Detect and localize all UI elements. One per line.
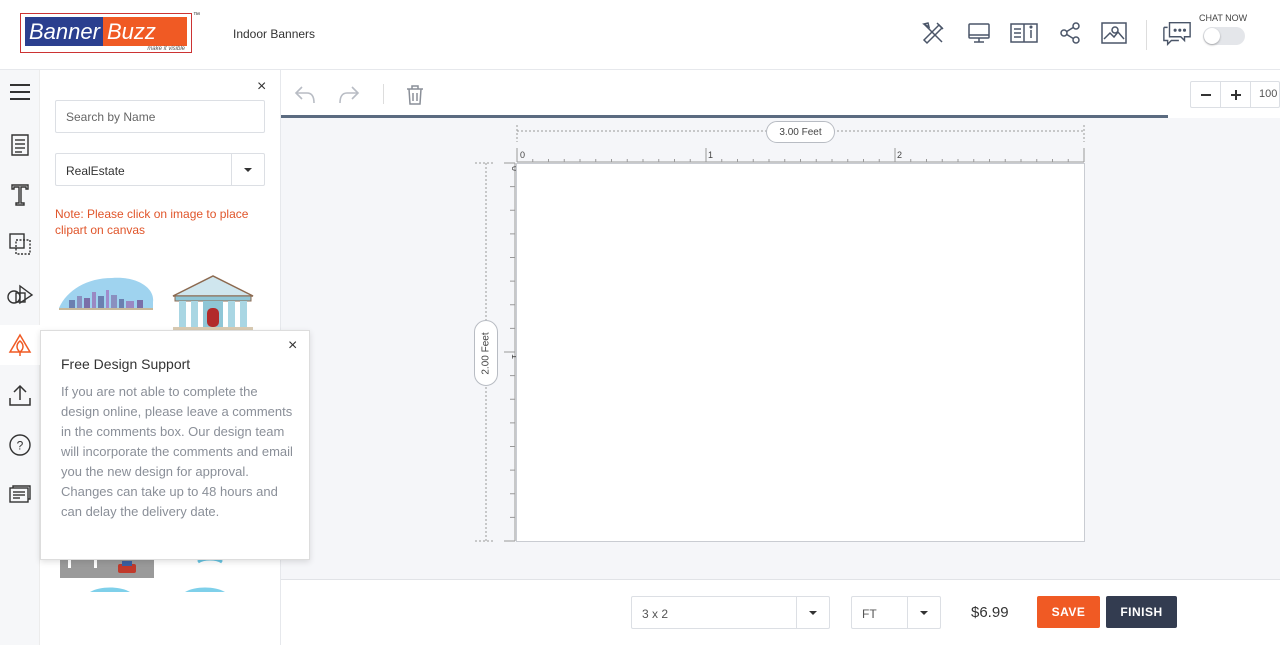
chevron-down-icon[interactable] [796, 597, 829, 628]
size-value: 3 x 2 [642, 607, 669, 621]
details-book-icon[interactable] [1009, 18, 1039, 48]
header: Banner Buzz make it visible ™ Indoor Ban… [0, 0, 1280, 70]
cloud-clipart[interactable] [85, 586, 135, 592]
clipart-icon[interactable] [0, 325, 40, 365]
vertical-ruler-ticks [504, 162, 515, 542]
design-tools-icon[interactable] [918, 18, 948, 48]
clipart-note: Note: Please click on image to place cli… [55, 207, 249, 237]
delete-icon[interactable] [402, 82, 428, 108]
free-design-support-popup: × Free Design Support If you are not abl… [40, 330, 310, 560]
canvas-toolbar: 100 [281, 70, 1280, 118]
city-skyline-clipart[interactable] [57, 270, 157, 315]
height-dimension-pill: 2.00 Feet [474, 320, 498, 386]
product-name: Indoor Banners [233, 27, 316, 41]
save-button[interactable]: SAVE [1037, 596, 1100, 628]
comments-icon[interactable] [0, 475, 40, 515]
design-canvas[interactable] [516, 163, 1085, 542]
chat-now-label: CHAT NOW [1199, 13, 1248, 23]
share-icon[interactable] [1055, 18, 1085, 48]
search-input[interactable] [55, 100, 265, 133]
redo-icon[interactable] [336, 82, 362, 108]
unit-select[interactable]: FT [851, 596, 941, 629]
upload-icon[interactable] [0, 375, 40, 415]
popup-body: If you are not able to complete the desi… [61, 384, 293, 519]
chevron-down-icon[interactable] [907, 597, 940, 628]
logo-buzz-text: Buzz [102, 17, 187, 46]
h-ruler-label-1: 1 [708, 150, 713, 160]
bannerbuzz-logo[interactable]: Banner Buzz make it visible [20, 13, 192, 53]
logo-inner: Banner Buzz [25, 17, 187, 46]
toolbar-divider [383, 84, 384, 104]
finish-button[interactable]: FINISH [1106, 596, 1177, 628]
h-ruler-label-0: 0 [520, 150, 525, 160]
logo-tagline: make it visible [147, 46, 185, 52]
zoom-out-button[interactable] [1191, 82, 1221, 107]
width-dimension-label: 3.00 Feet [766, 121, 835, 143]
height-dimension-label: 2.00 Feet [480, 331, 492, 375]
zoom-control: 100 [1190, 81, 1280, 108]
menu-icon[interactable] [0, 72, 40, 112]
cloud-clipart-2[interactable] [180, 586, 230, 592]
templates-icon[interactable] [0, 125, 40, 165]
help-icon[interactable]: ? [0, 425, 40, 465]
category-select[interactable]: RealEstate [55, 153, 265, 186]
text-icon[interactable] [0, 175, 40, 215]
popup-title: Free Design Support [61, 356, 191, 372]
background-icon[interactable] [0, 224, 40, 264]
chevron-down-icon[interactable] [231, 154, 264, 185]
trademark-symbol: ™ [193, 12, 200, 19]
zoom-in-button[interactable] [1221, 82, 1251, 107]
zoom-value: 100 [1259, 88, 1278, 100]
popup-close-icon[interactable]: × [288, 337, 297, 355]
panel-close-icon[interactable]: × [257, 78, 266, 96]
header-divider [1146, 20, 1147, 50]
image-gallery-icon[interactable] [1099, 18, 1129, 48]
preview-desktop-icon[interactable] [964, 18, 994, 48]
svg-text:?: ? [17, 439, 24, 453]
logo-banner-text: Banner [25, 17, 103, 46]
left-toolbar: ? [0, 70, 40, 645]
size-select[interactable]: 3 x 2 [631, 596, 830, 629]
bottom-bar: 3 x 2 FT $6.99 SAVE FINISH [281, 579, 1280, 645]
chat-toggle[interactable] [1203, 27, 1245, 45]
undo-icon[interactable] [292, 82, 318, 108]
price: $6.99 [971, 604, 1009, 621]
h-ruler-label-2: 2 [897, 150, 902, 160]
unit-value: FT [862, 607, 877, 621]
bank-building-clipart[interactable] [169, 274, 257, 330]
toggle-knob [1204, 28, 1220, 44]
horizontal-ruler-ticks [516, 148, 1085, 162]
chat-icon[interactable] [1162, 18, 1192, 48]
shapes-icon[interactable] [0, 275, 40, 315]
category-value: RealEstate [66, 164, 125, 178]
